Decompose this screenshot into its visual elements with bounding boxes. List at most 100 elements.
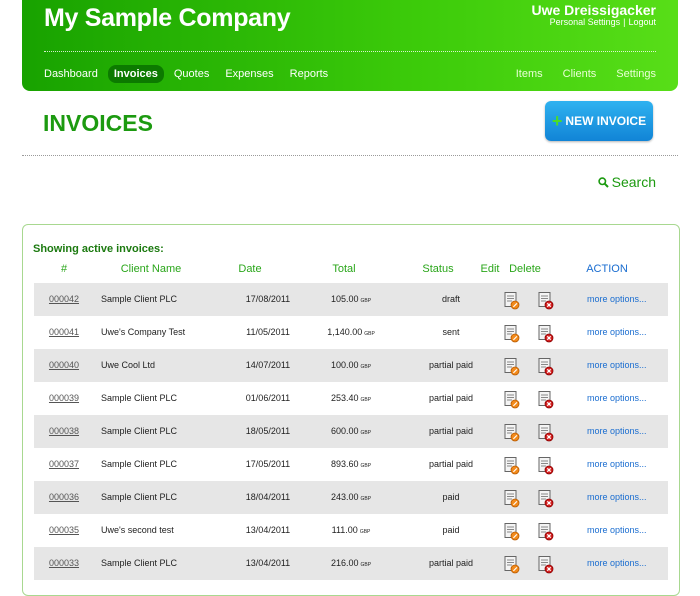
more-options-link[interactable]: more options...	[587, 514, 671, 547]
invoices-panel: Showing active invoices: # Client Name D…	[22, 224, 680, 596]
more-options-link[interactable]: more options...	[587, 547, 671, 580]
delete-icon[interactable]	[538, 390, 554, 409]
delete-icon[interactable]	[538, 489, 554, 508]
delete-cell	[534, 481, 558, 514]
nav-reports[interactable]: Reports	[284, 65, 335, 83]
invoice-number-link[interactable]: 000040	[34, 349, 94, 382]
total-amount: 105.00	[330, 294, 359, 304]
invoice-status: paid	[442, 525, 460, 535]
table-header: # Client Name Date Total Status Edit Del…	[23, 263, 679, 277]
edit-icon[interactable]	[504, 291, 520, 310]
total-amount: 600.00	[330, 426, 359, 436]
table-row: 000033 Sample Client PLC 13/04/2011 216.…	[34, 547, 668, 580]
invoice-number-link[interactable]: 000036	[34, 481, 94, 514]
invoice-total: 105.00 GBP	[304, 283, 398, 316]
col-edit: Edit	[480, 263, 500, 275]
invoice-number-link[interactable]: 000041	[34, 316, 94, 349]
edit-cell	[500, 283, 524, 316]
plus-icon: +	[551, 111, 563, 131]
table-row: 000042 Sample Client PLC 17/08/2011 105.…	[34, 283, 668, 316]
company-name: My Sample Company	[44, 4, 291, 32]
edit-icon[interactable]	[504, 522, 520, 541]
table-row: 000035 Uwe's second test 13/04/2011 111.…	[34, 514, 668, 547]
total-amount: 100.00	[330, 360, 359, 370]
delete-icon[interactable]	[538, 456, 554, 475]
client-name: Sample Client PLC	[101, 492, 178, 502]
client-name: Sample Client PLC	[101, 558, 178, 568]
col-number: #	[60, 263, 68, 275]
currency-label: GBP	[360, 562, 372, 568]
edit-cell	[500, 382, 524, 415]
search-icon	[597, 176, 609, 188]
total-amount: 893.60	[330, 459, 359, 469]
invoice-total: 253.40 GBP	[304, 382, 398, 415]
invoice-status: partial paid	[428, 360, 474, 370]
invoice-number-link[interactable]: 000042	[34, 283, 94, 316]
edit-cell	[500, 448, 524, 481]
new-invoice-button[interactable]: + NEW INVOICE	[545, 101, 653, 141]
edit-cell	[500, 316, 524, 349]
currency-label: GBP	[360, 496, 372, 502]
delete-icon[interactable]	[538, 324, 554, 343]
invoice-number-link[interactable]: 000037	[34, 448, 94, 481]
currency-label: GBP	[360, 430, 372, 436]
invoice-number-link[interactable]: 000035	[34, 514, 94, 547]
more-options-link[interactable]: more options...	[587, 349, 671, 382]
col-client-name: Client Name	[120, 263, 182, 275]
edit-icon[interactable]	[504, 324, 520, 343]
nav-invoices[interactable]: Invoices	[107, 65, 164, 83]
personal-settings-link[interactable]: Personal Settings	[550, 17, 621, 27]
edit-icon[interactable]	[504, 489, 520, 508]
delete-icon[interactable]	[538, 357, 554, 376]
client-name: Uwe Cool Ltd	[101, 360, 156, 370]
edit-cell	[500, 547, 524, 580]
nav-items[interactable]: Items	[510, 65, 549, 83]
col-delete: Delete	[509, 263, 541, 275]
nav-clients[interactable]: Clients	[557, 65, 603, 83]
invoice-total: 1,140.00 GBP	[304, 316, 398, 349]
more-options-link[interactable]: more options...	[587, 415, 671, 448]
title-divider	[22, 155, 678, 156]
invoice-number-link[interactable]: 000038	[34, 415, 94, 448]
edit-icon[interactable]	[504, 423, 520, 442]
total-amount: 216.00	[330, 558, 359, 568]
table-row: 000041 Uwe's Company Test 11/05/2011 1,1…	[34, 316, 668, 349]
delete-icon[interactable]	[538, 291, 554, 310]
main-nav: Dashboard Invoices Quotes Expenses Repor…	[38, 65, 338, 83]
invoice-total: 111.00 GBP	[304, 514, 398, 547]
nav-dashboard[interactable]: Dashboard	[38, 65, 104, 83]
total-amount: 1,140.00	[327, 327, 363, 337]
invoice-total: 100.00 GBP	[304, 349, 398, 382]
invoice-number-link[interactable]: 000033	[34, 547, 94, 580]
user-name: Uwe Dreissigacker	[531, 2, 656, 18]
currency-label: GBP	[360, 364, 372, 370]
nav-quotes[interactable]: Quotes	[168, 65, 215, 83]
invoice-rows: 000042 Sample Client PLC 17/08/2011 105.…	[34, 283, 668, 580]
edit-icon[interactable]	[504, 456, 520, 475]
user-links-separator: |	[623, 17, 626, 27]
col-status: Status	[422, 263, 454, 275]
invoice-status: partial paid	[428, 558, 474, 568]
edit-icon[interactable]	[504, 357, 520, 376]
edit-cell	[500, 415, 524, 448]
search-link[interactable]: Search	[597, 174, 656, 190]
nav-settings[interactable]: Settings	[610, 65, 662, 83]
more-options-link[interactable]: more options...	[587, 316, 671, 349]
table-row: 000037 Sample Client PLC 17/05/2011 893.…	[34, 448, 668, 481]
invoice-status: sent	[442, 327, 460, 337]
more-options-link[interactable]: more options...	[587, 283, 671, 316]
delete-icon[interactable]	[538, 555, 554, 574]
edit-icon[interactable]	[504, 390, 520, 409]
currency-label: GBP	[360, 298, 372, 304]
logout-link[interactable]: Logout	[628, 17, 656, 27]
client-name: Sample Client PLC	[101, 426, 178, 436]
delete-icon[interactable]	[538, 522, 554, 541]
nav-expenses[interactable]: Expenses	[219, 65, 279, 83]
invoice-number-link[interactable]: 000039	[34, 382, 94, 415]
currency-label: GBP	[359, 529, 371, 535]
more-options-link[interactable]: more options...	[587, 448, 671, 481]
more-options-link[interactable]: more options...	[587, 481, 671, 514]
edit-icon[interactable]	[504, 555, 520, 574]
delete-icon[interactable]	[538, 423, 554, 442]
more-options-link[interactable]: more options...	[587, 382, 671, 415]
